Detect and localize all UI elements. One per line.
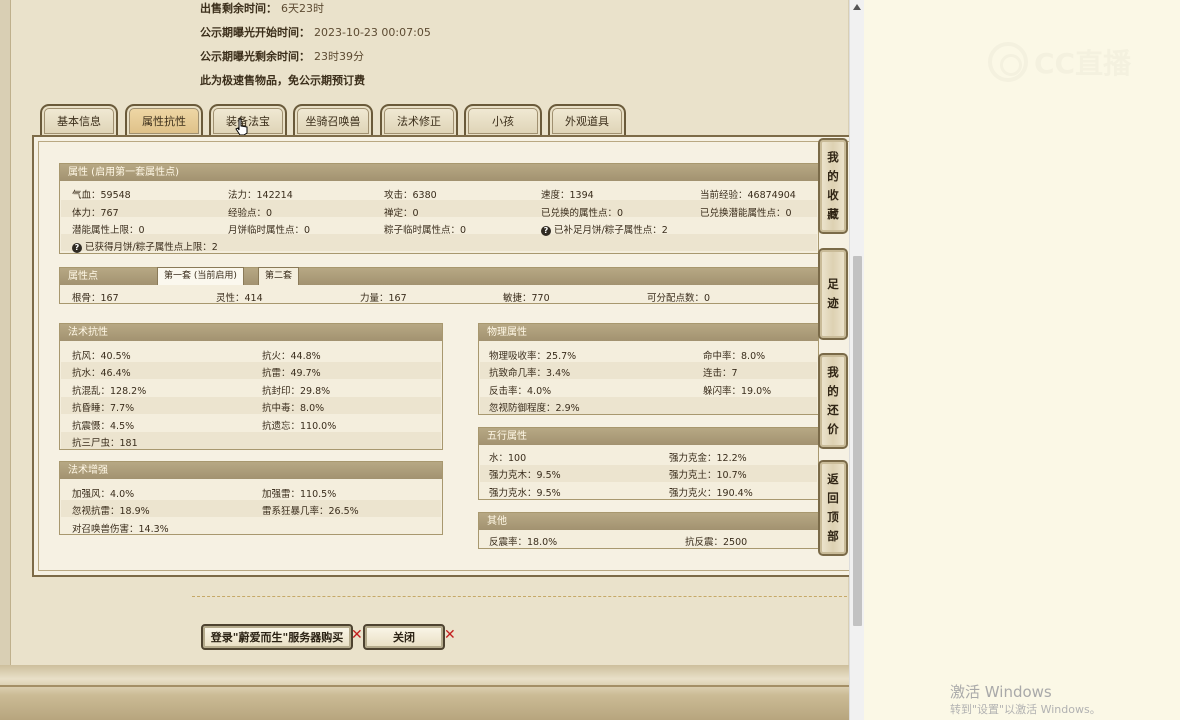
windows-activation-hint: 转到"设置"以激活 Windows。 — [950, 703, 1101, 716]
tab-child[interactable]: 小孩 — [464, 104, 542, 136]
windows-activation-title: 激活 Windows — [950, 683, 1052, 701]
attr-mp: 法力：142214 — [228, 190, 293, 201]
points-constitution: 根骨：167 — [72, 293, 119, 304]
phys-ignore-defense: 忽视防御程度：2.9% — [489, 403, 580, 414]
back-to-top-button[interactable]: 返回顶部 — [818, 460, 848, 556]
phys-absorb: 物理吸收率：25.7% — [489, 351, 577, 362]
attr-hp: 气血：59548 — [72, 190, 131, 201]
element-vs-metal: 强力克金：12.2% — [669, 453, 747, 464]
sale-remaining-time: 出售剩余时间： 6天23时 — [200, 2, 324, 15]
right-blank-area — [864, 0, 1180, 720]
magic-resist-title: 法术抗性 — [60, 324, 442, 341]
attr-exchanged-potential: 已兑换潜能属性点：0 — [700, 208, 792, 219]
logo-icon — [988, 42, 1028, 82]
page-scrollbar[interactable] — [849, 0, 864, 720]
attr-exp: 当前经验：46874904 — [700, 190, 796, 201]
attr-exp-points: 经验点：0 — [228, 208, 273, 219]
tab-mounts-summons[interactable]: 坐骑召唤兽 — [293, 104, 373, 136]
element-vs-water: 强力克水：9.5% — [489, 488, 561, 499]
phys-dodge: 躲闪率：19.0% — [703, 386, 772, 397]
resist-forget: 抗遗忘：110.0% — [262, 421, 337, 432]
hand-cursor-icon — [235, 118, 248, 136]
phys-counter: 反击率：4.0% — [489, 386, 552, 397]
help-icon[interactable]: ? — [72, 243, 82, 253]
boost-wind: 加强风：4.0% — [72, 489, 135, 500]
points-available: 可分配点数：0 — [647, 293, 711, 304]
tab-spell-correction[interactable]: 法术修正 — [380, 104, 458, 136]
phys-combo: 连击：7 — [703, 368, 738, 379]
phys-hit: 命中率：8.0% — [703, 351, 766, 362]
physical-title: 物理属性 — [479, 324, 818, 341]
ignore-thunder-resist: 忽视抗雷：18.9% — [72, 506, 150, 517]
resist-wind: 抗风：40.5% — [72, 351, 131, 362]
close-mark-icon: ✕ — [351, 627, 363, 643]
tab-appearance[interactable]: 外观道具 — [548, 104, 626, 136]
login-buy-button[interactable]: 登录"蔚爱而生"服务器购买 — [201, 624, 353, 650]
other-title: 其他 — [479, 513, 818, 530]
page-bottom-border — [0, 665, 850, 720]
magic-boost-section: 法术增强 加强风：4.0% 加强雷：110.5% 忽视抗雷：18.9% 雷系狂暴… — [59, 461, 443, 535]
attr-attack: 攻击：6380 — [384, 190, 437, 201]
attr-meditation: 禅定：0 — [384, 208, 419, 219]
fast-sale-note: 此为极速售物品，免公示期预订费 — [200, 74, 365, 87]
five-elements-section: 五行属性 水：100 强力克金：12.2% 强力克木：9.5% 强力克土：10.… — [478, 427, 819, 500]
magic-resist-section: 法术抗性 抗风：40.5% 抗火：44.8% 抗水：46.4% 抗雷：49.7%… — [59, 323, 443, 450]
other-reflect-rate: 反震率：18.0% — [489, 537, 558, 548]
resist-deter: 抗震慑：4.5% — [72, 421, 135, 432]
attributes-title: 属性 (启用第一套属性点) — [60, 164, 818, 181]
cc-live-logo: CC直播 — [988, 42, 1131, 82]
scroll-up-arrow-icon[interactable] — [853, 4, 861, 10]
attr-zongzi-temp: 粽子临时属性点：0 — [384, 225, 467, 236]
other-anti-reflect: 抗反震：2500 — [685, 537, 748, 548]
attr-filled-points: ? 已补足月饼/粽子属性点：2 — [541, 222, 668, 236]
tab-basic-info[interactable]: 基本信息 — [40, 104, 118, 136]
attributes-section: 属性 (启用第一套属性点) 气血：59548 法力：142214 攻击：6380… — [59, 163, 819, 254]
phys-anti-fatal: 抗致命几率：3.4% — [489, 368, 571, 379]
boost-thunder: 加强雷：110.5% — [262, 489, 337, 500]
scrollbar-thumb[interactable] — [853, 256, 862, 626]
resist-water: 抗水：46.4% — [72, 368, 131, 379]
subtab-second-set[interactable]: 第二套 — [258, 267, 300, 285]
resist-thunder: 抗雷：49.7% — [262, 368, 321, 379]
attr-mooncake-temp: 月饼临时属性点：0 — [228, 225, 311, 236]
browser-page: 出售剩余时间： 6天23时 公示期曝光开始时间： 2023-10-23 00:07:… — [0, 0, 864, 720]
public-remaining-time: 公示期曝光剩余时间： 23时39分 — [200, 50, 364, 63]
help-icon[interactable]: ? — [541, 226, 551, 236]
resist-sleep: 抗昏睡：7.7% — [72, 403, 135, 414]
resist-poison: 抗中毒：8.0% — [262, 403, 325, 414]
five-elements-title: 五行属性 — [479, 428, 818, 445]
attr-exchanged-points: 已兑换的属性点：0 — [541, 208, 624, 219]
element-water: 水：100 — [489, 453, 527, 464]
resist-chaos: 抗混乱：128.2% — [72, 386, 147, 397]
magic-boost-title: 法术增强 — [60, 462, 442, 479]
points-agility: 敏捷：770 — [503, 293, 550, 304]
footprint-button[interactable]: 足迹 — [818, 248, 848, 340]
points-spirit: 灵性：414 — [216, 293, 263, 304]
element-vs-wood: 强力克木：9.5% — [489, 470, 561, 481]
attr-stamina: 体力：767 — [72, 208, 119, 219]
attr-obtained-limit: ? 已获得月饼/粽子属性点上限：2 — [72, 239, 218, 253]
element-vs-earth: 强力克土：10.7% — [669, 470, 747, 481]
close-button[interactable]: 关闭 — [363, 624, 445, 650]
tab-attributes-resist[interactable]: 属性抗性 — [125, 104, 203, 136]
subtab-first-set[interactable]: 第一套 (当前启用) — [157, 267, 244, 285]
my-offers-button[interactable]: 我的还价 — [818, 353, 848, 449]
thunder-crit-rate: 雷系狂暴几率：26.5% — [262, 506, 359, 517]
other-section: 其他 反震率：18.0% 抗反震：2500 — [478, 512, 819, 549]
close-mark-icon: ✕ — [444, 627, 456, 643]
summon-damage: 对召唤兽伤害：14.3% — [72, 524, 169, 535]
resist-three-worms: 抗三尸虫：181 — [72, 438, 138, 449]
my-favorites-button[interactable]: 我的收藏 — [818, 138, 848, 234]
attr-potential-limit: 潜能属性上限：0 — [72, 225, 145, 236]
points-strength: 力量：167 — [360, 293, 407, 304]
resist-seal: 抗封印：29.8% — [262, 386, 331, 397]
element-vs-fire: 强力克火：190.4% — [669, 488, 753, 499]
resist-fire: 抗火：44.8% — [262, 351, 321, 362]
attr-speed: 速度：1394 — [541, 190, 594, 201]
public-start-time: 公示期曝光开始时间： 2023-10-23 00:07:05 — [200, 26, 431, 39]
physical-section: 物理属性 物理吸收率：25.7% 命中率：8.0% 抗致命几率：3.4% 连击：… — [478, 323, 819, 415]
divider — [192, 596, 847, 597]
